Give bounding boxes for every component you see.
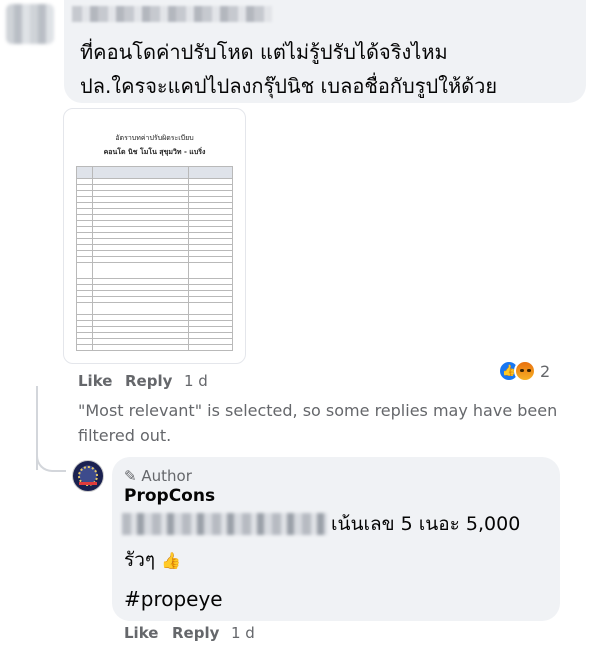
commenter-name-blurred[interactable] <box>72 6 272 22</box>
comment-timestamp[interactable]: 1 d <box>184 372 208 390</box>
author-badge-label: Author <box>141 467 192 485</box>
filter-notice: "Most relevant" is selected, so some rep… <box>78 401 558 445</box>
reply-like-button[interactable]: Like <box>124 624 158 642</box>
reply-author-name[interactable]: PropCons <box>124 486 215 506</box>
commenter-avatar[interactable] <box>6 4 54 44</box>
reply-text-line-2: รัวๆ <box>124 549 156 571</box>
attachment-subtitle: คอนโด นิช โมโน สุขุมวิท - แบริ่ง <box>103 148 206 156</box>
reaction-count: 2 <box>540 362 551 381</box>
reply-reply-button[interactable]: Reply <box>172 624 219 642</box>
thread-connector <box>36 440 66 472</box>
reply-hashtag[interactable]: #propeye <box>124 587 223 611</box>
comment-text-line-1: ที่คอนโดค่าปรับโหด แต่ไม่รู้ปรับได้จริงไ… <box>80 40 448 64</box>
avatar-stripe <box>79 482 97 485</box>
blurred-mention <box>122 513 327 535</box>
thumbs-up-icon: 👍 <box>161 551 182 570</box>
comment-reactions[interactable]: 👍 2 <box>498 360 562 384</box>
attachment-title: อัตราบทค่าปรับผิดระเบียบ <box>115 134 194 142</box>
angry-icon <box>514 360 536 382</box>
comment-attachment-image[interactable]: อัตราบทค่าปรับผิดระเบียบ คอนโด นิช โมโน … <box>63 108 246 364</box>
comment-like-button[interactable]: Like <box>78 372 112 390</box>
reply-text-line-1: เน้นเลข 5 เนอะ 5,000 <box>331 513 521 535</box>
author-avatar[interactable] <box>72 460 104 492</box>
author-badge: ✎ Author <box>124 467 192 485</box>
pencil-icon: ✎ <box>124 467 137 485</box>
attachment-fine-table <box>76 166 233 351</box>
comment-text-line-2: ปล.ใครจะแคปไปลงกรุ๊ปนิช เบลอชื่อกับรูปให… <box>80 74 498 98</box>
comment-reply-button[interactable]: Reply <box>125 372 172 390</box>
reply-timestamp[interactable]: 1 d <box>231 624 255 642</box>
